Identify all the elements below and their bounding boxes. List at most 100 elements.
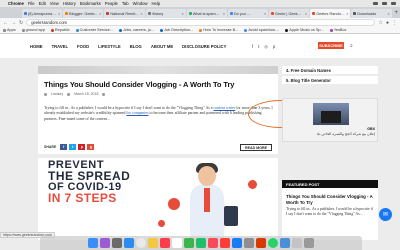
tab-label: Geekrs Random... (316, 11, 346, 16)
pinterest-icon[interactable]: p (273, 44, 275, 49)
chrome-icon[interactable] (136, 238, 146, 248)
menu-view[interactable]: View (50, 1, 59, 6)
bookmark-item[interactable]: Customer Service... (75, 28, 113, 32)
bookmark-apps[interactable]: Apps (3, 28, 16, 32)
bookmark-item[interactable]: ground app (21, 28, 45, 32)
tab-close-icon[interactable]: × (346, 12, 348, 16)
bookmark-item[interactable]: YesBox (329, 28, 346, 32)
article-author[interactable]: Lindsey (51, 92, 63, 96)
search-icon[interactable]: ⌕ (350, 43, 353, 49)
battery-icon[interactable] (382, 2, 387, 5)
tab-close-icon[interactable]: × (182, 12, 184, 16)
back-icon[interactable]: ← (3, 20, 8, 26)
menu-kebab-icon[interactable]: ⋮ (392, 20, 397, 26)
menu-people[interactable]: People (105, 1, 118, 6)
nav-disclosure-policy[interactable]: DISCLOSURE POLICY (182, 44, 226, 49)
office-icon[interactable] (256, 238, 266, 248)
browser-tab[interactable]: Downloads × (351, 9, 392, 18)
share-facebook-icon[interactable]: f (60, 144, 68, 150)
whatsapp-icon[interactable] (268, 238, 278, 248)
nav-food[interactable]: FOOD (77, 44, 89, 49)
menu-edit[interactable]: Edit (39, 1, 46, 6)
nav-travel[interactable]: TRAVEL (52, 44, 68, 49)
tab-close-icon[interactable]: × (223, 12, 225, 16)
sidebar-item-free-domain[interactable]: 4. Free Domain Names (282, 66, 378, 74)
browser-tab[interactable]: Blogger: Geekr... × (63, 9, 104, 18)
nav-about-me[interactable]: ABOUT ME (151, 44, 173, 49)
tab-close-icon[interactable]: × (305, 12, 307, 16)
apps-grid-icon (3, 28, 6, 32)
menu-history[interactable]: History (63, 1, 76, 6)
new-tab-button[interactable]: + (393, 9, 400, 18)
content-writer-link[interactable]: content writer (214, 106, 236, 110)
share-pinterest-icon[interactable]: p (78, 144, 86, 150)
covid-article-card[interactable]: PREVENT THE SPREAD OF COVID-19 IN 7 STEP… (38, 158, 278, 240)
bookmark-item[interactable]: Avoid spam/low-... (244, 28, 279, 32)
notes-icon[interactable] (148, 238, 158, 248)
wifi-icon[interactable] (373, 2, 378, 5)
read-more-button[interactable]: READ MORE (240, 144, 272, 151)
nav-home[interactable]: HOME (30, 44, 43, 49)
forward-icon[interactable]: → (11, 20, 16, 26)
system-preferences-icon[interactable] (244, 238, 254, 248)
companies-link[interactable]: for companies (126, 111, 148, 115)
tab-close-icon[interactable]: × (140, 12, 142, 16)
photos-icon[interactable] (208, 238, 218, 248)
browser-tab[interactable]: History × (145, 9, 186, 18)
featured-title[interactable]: Things You Should Consider Vlogging - A … (286, 194, 374, 205)
menu-help[interactable]: Help (152, 1, 161, 6)
sidebar-ad[interactable]: GBX إعلان مع شركة الحج والعمرة الخاص بك (282, 98, 378, 142)
browser-tab[interactable]: Geekr | Geek... × (269, 9, 310, 18)
menu-window[interactable]: Window (133, 1, 148, 6)
nav-blog[interactable]: BLOG (130, 44, 142, 49)
browser-tab[interactable]: (8) Annapurnap... × (22, 9, 63, 18)
facebook-icon[interactable]: f (252, 44, 253, 49)
content-area: Things You Should Consider Vlogging - A … (0, 58, 400, 240)
browser-tab[interactable]: What is spam... × (186, 9, 227, 18)
bookmark-item[interactable]: Apple Music vs Sp... (285, 28, 324, 32)
downloads-folder-icon[interactable] (292, 238, 302, 248)
app-store-icon[interactable] (232, 238, 242, 248)
address-bar[interactable]: geekrsrandom.com (26, 19, 376, 26)
reminders-icon[interactable] (172, 238, 182, 248)
bookmark-item[interactable]: Republic (50, 28, 70, 32)
instagram-icon[interactable]: ◎ (264, 44, 268, 49)
messages-icon[interactable] (184, 238, 194, 248)
browser-tab[interactable]: Do you ... × (227, 9, 269, 18)
clock-icon[interactable] (391, 2, 396, 5)
sidebar-item-title-generator[interactable]: 5. Blog Title Generator (282, 76, 378, 84)
siri-icon[interactable] (100, 238, 110, 248)
browser-tab[interactable]: National Remit... × (104, 9, 145, 18)
facetime-icon[interactable] (196, 238, 206, 248)
reload-icon[interactable]: ↻ (19, 20, 23, 26)
bookmark-item[interactable]: Jobs, careers, jo... (119, 28, 154, 32)
menu-app-name[interactable]: Chrome (8, 1, 24, 6)
profile-icon[interactable]: ● (386, 20, 389, 26)
tab-close-icon[interactable]: × (264, 12, 266, 16)
subscribe-button[interactable]: SUBSCRIBE (318, 42, 344, 49)
trash-icon[interactable] (304, 238, 314, 248)
messenger-chat-icon[interactable]: ✉ (379, 208, 392, 221)
share-googleplus-icon[interactable]: g (87, 144, 95, 150)
launchpad-icon[interactable] (112, 238, 122, 248)
bookmark-star-icon[interactable]: ☆ (378, 20, 382, 26)
safari-icon[interactable] (124, 238, 134, 248)
finder-icon[interactable] (88, 238, 98, 248)
bookmark-item[interactable]: How To Increase B... (199, 28, 238, 32)
calendar-icon[interactable] (160, 238, 170, 248)
bookmark-item[interactable]: Job Description... (160, 28, 193, 32)
music-icon[interactable] (220, 238, 230, 248)
nav-lifestyle[interactable]: LIFESTYLE (98, 44, 121, 49)
article-thumbnail[interactable] (38, 66, 278, 74)
menu-file[interactable]: File (28, 1, 35, 6)
tab-close-icon[interactable]: × (388, 12, 390, 16)
menu-tab[interactable]: Tab (122, 1, 129, 6)
share-twitter-icon[interactable]: t (69, 144, 77, 150)
tab-close-icon[interactable]: × (58, 12, 60, 16)
article-title[interactable]: Things You Should Consider Vlogging - A … (44, 80, 234, 89)
tab-close-icon[interactable]: × (99, 12, 101, 16)
zoom-icon[interactable] (280, 238, 290, 248)
twitter-icon[interactable]: t (258, 44, 259, 49)
browser-tab-active[interactable]: Geekrs Random... × (310, 9, 351, 18)
menu-bookmarks[interactable]: Bookmarks (80, 1, 101, 6)
